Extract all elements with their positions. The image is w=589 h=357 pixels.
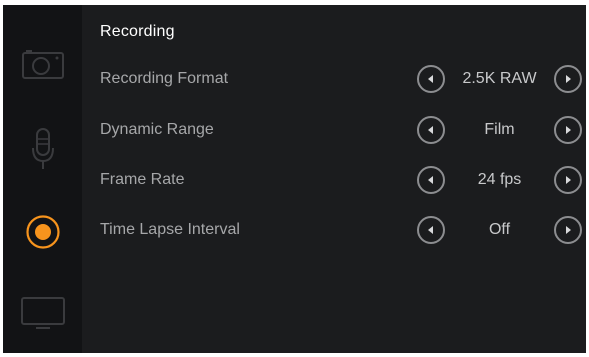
previous-value-button[interactable]	[417, 116, 445, 144]
next-value-button[interactable]	[554, 166, 582, 194]
arrow-right-icon	[566, 75, 571, 83]
setting-label: Frame Rate	[100, 171, 185, 188]
setting-label: Dynamic Range	[100, 121, 214, 138]
setting-value: Film	[484, 121, 515, 138]
next-value-button[interactable]	[554, 65, 582, 93]
setting-label: Time Lapse Interval	[100, 221, 240, 238]
setting-row-recording-format: Recording Format 2.5K RAW	[82, 64, 586, 94]
sidebar-item-audio[interactable]	[3, 121, 82, 177]
arrow-left-icon	[428, 75, 433, 83]
monitor-icon	[20, 297, 65, 329]
previous-value-button[interactable]	[417, 216, 445, 244]
sidebar	[3, 5, 82, 353]
setting-row-time-lapse-interval: Time Lapse Interval Off	[82, 215, 586, 245]
previous-value-button[interactable]	[417, 166, 445, 194]
record-icon	[25, 215, 60, 249]
camera-menu-screen: Recording Recording Format 2.5K RAW Dyna…	[3, 5, 586, 353]
arrow-right-icon	[566, 226, 571, 234]
next-value-button[interactable]	[554, 216, 582, 244]
next-value-button[interactable]	[554, 116, 582, 144]
setting-value: Off	[488, 221, 511, 238]
setting-value: 24 fps	[477, 171, 522, 188]
setting-row-dynamic-range: Dynamic Range Film	[82, 115, 586, 145]
camera-icon	[21, 50, 64, 79]
setting-row-frame-rate: Frame Rate 24 fps	[82, 165, 586, 195]
sidebar-item-recording[interactable]	[3, 208, 82, 256]
setting-label: Recording Format	[100, 70, 229, 87]
microphone-icon	[31, 128, 54, 169]
arrow-left-icon	[428, 226, 433, 234]
arrow-left-icon	[428, 126, 433, 134]
settings-panel: Recording Recording Format 2.5K RAW Dyna…	[82, 5, 586, 353]
arrow-left-icon	[428, 176, 433, 184]
previous-value-button[interactable]	[417, 65, 445, 93]
setting-value: 2.5K RAW	[462, 70, 537, 87]
page-title: Recording	[100, 23, 175, 40]
arrow-right-icon	[566, 176, 571, 184]
sidebar-item-display[interactable]	[3, 291, 82, 335]
sidebar-item-camera[interactable]	[3, 41, 82, 89]
arrow-right-icon	[566, 126, 571, 134]
